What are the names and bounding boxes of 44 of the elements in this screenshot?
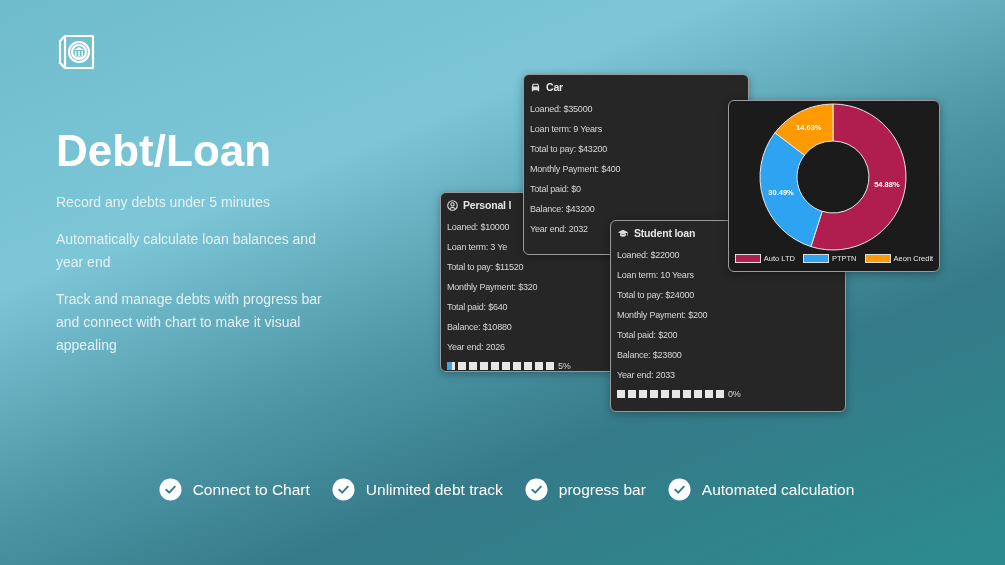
loan-detail: Monthly Payment: $200 bbox=[617, 309, 708, 322]
car-icon bbox=[530, 81, 541, 93]
legend-swatch bbox=[802, 254, 829, 263]
loan-detail: Loaned: $10000 bbox=[447, 221, 510, 234]
check-icon bbox=[158, 478, 182, 501]
check-icon bbox=[524, 478, 548, 501]
loan-detail: Loan term: 9 Years bbox=[530, 123, 602, 136]
loan-detail: Total to pay: $11520 bbox=[447, 261, 524, 274]
legend-swatch bbox=[734, 254, 761, 263]
check-icon bbox=[667, 478, 691, 501]
progress-percent: 0% bbox=[728, 389, 741, 399]
loan-detail: Loan term: 3 Ye bbox=[447, 241, 508, 254]
feature-label: Connect to Chart bbox=[192, 480, 310, 499]
card-title: Personal l bbox=[463, 199, 512, 211]
legend-swatch bbox=[864, 254, 891, 263]
loan-detail: Total paid: $640 bbox=[447, 301, 508, 314]
loan-detail: Year end: 2026 bbox=[447, 341, 505, 354]
loan-detail: Year end: 2032 bbox=[530, 223, 588, 236]
card-title: Car bbox=[546, 81, 563, 93]
feature-label: progress bar bbox=[558, 480, 646, 499]
feature-label: Automated calculation bbox=[701, 480, 855, 499]
loan-detail: Balance: $23800 bbox=[617, 349, 682, 362]
loan-detail: Total paid: $200 bbox=[617, 329, 678, 342]
feature-description: Record any debts under 5 minutes bbox=[56, 193, 271, 212]
feature-description: Track and manage debts with progress bar and connect with chart to make it visual appealing bbox=[56, 290, 323, 355]
loan-detail: Loan term: 10 Years bbox=[617, 269, 694, 282]
card-title: Student loan bbox=[634, 227, 696, 239]
graduation-cap-icon bbox=[617, 227, 629, 239]
feature-description: Automatically calculate loan balances and year end bbox=[56, 230, 317, 272]
loan-detail: Total to pay: $43200 bbox=[530, 143, 608, 156]
page-title: Debt/Loan bbox=[56, 129, 273, 173]
loan-detail: Total paid: $0 bbox=[530, 183, 581, 196]
person-icon bbox=[447, 199, 458, 211]
check-icon bbox=[331, 478, 355, 501]
loan-detail: Balance: $43200 bbox=[530, 203, 595, 216]
loan-detail: Monthly Payment: $400 bbox=[530, 163, 621, 176]
progress-percent: 5% bbox=[558, 361, 571, 371]
loan-detail: Total to pay: $24000 bbox=[617, 289, 695, 302]
loan-detail: Loaned: $35000 bbox=[530, 103, 593, 116]
loan-detail: Monthly Payment: $320 bbox=[447, 281, 538, 294]
loan-detail: Loaned: $22000 bbox=[617, 249, 680, 262]
loan-detail: Balance: $10880 bbox=[447, 321, 512, 334]
loan-detail: Year end: 2033 bbox=[617, 369, 675, 382]
feature-label: Unlimited debt track bbox=[365, 480, 503, 499]
